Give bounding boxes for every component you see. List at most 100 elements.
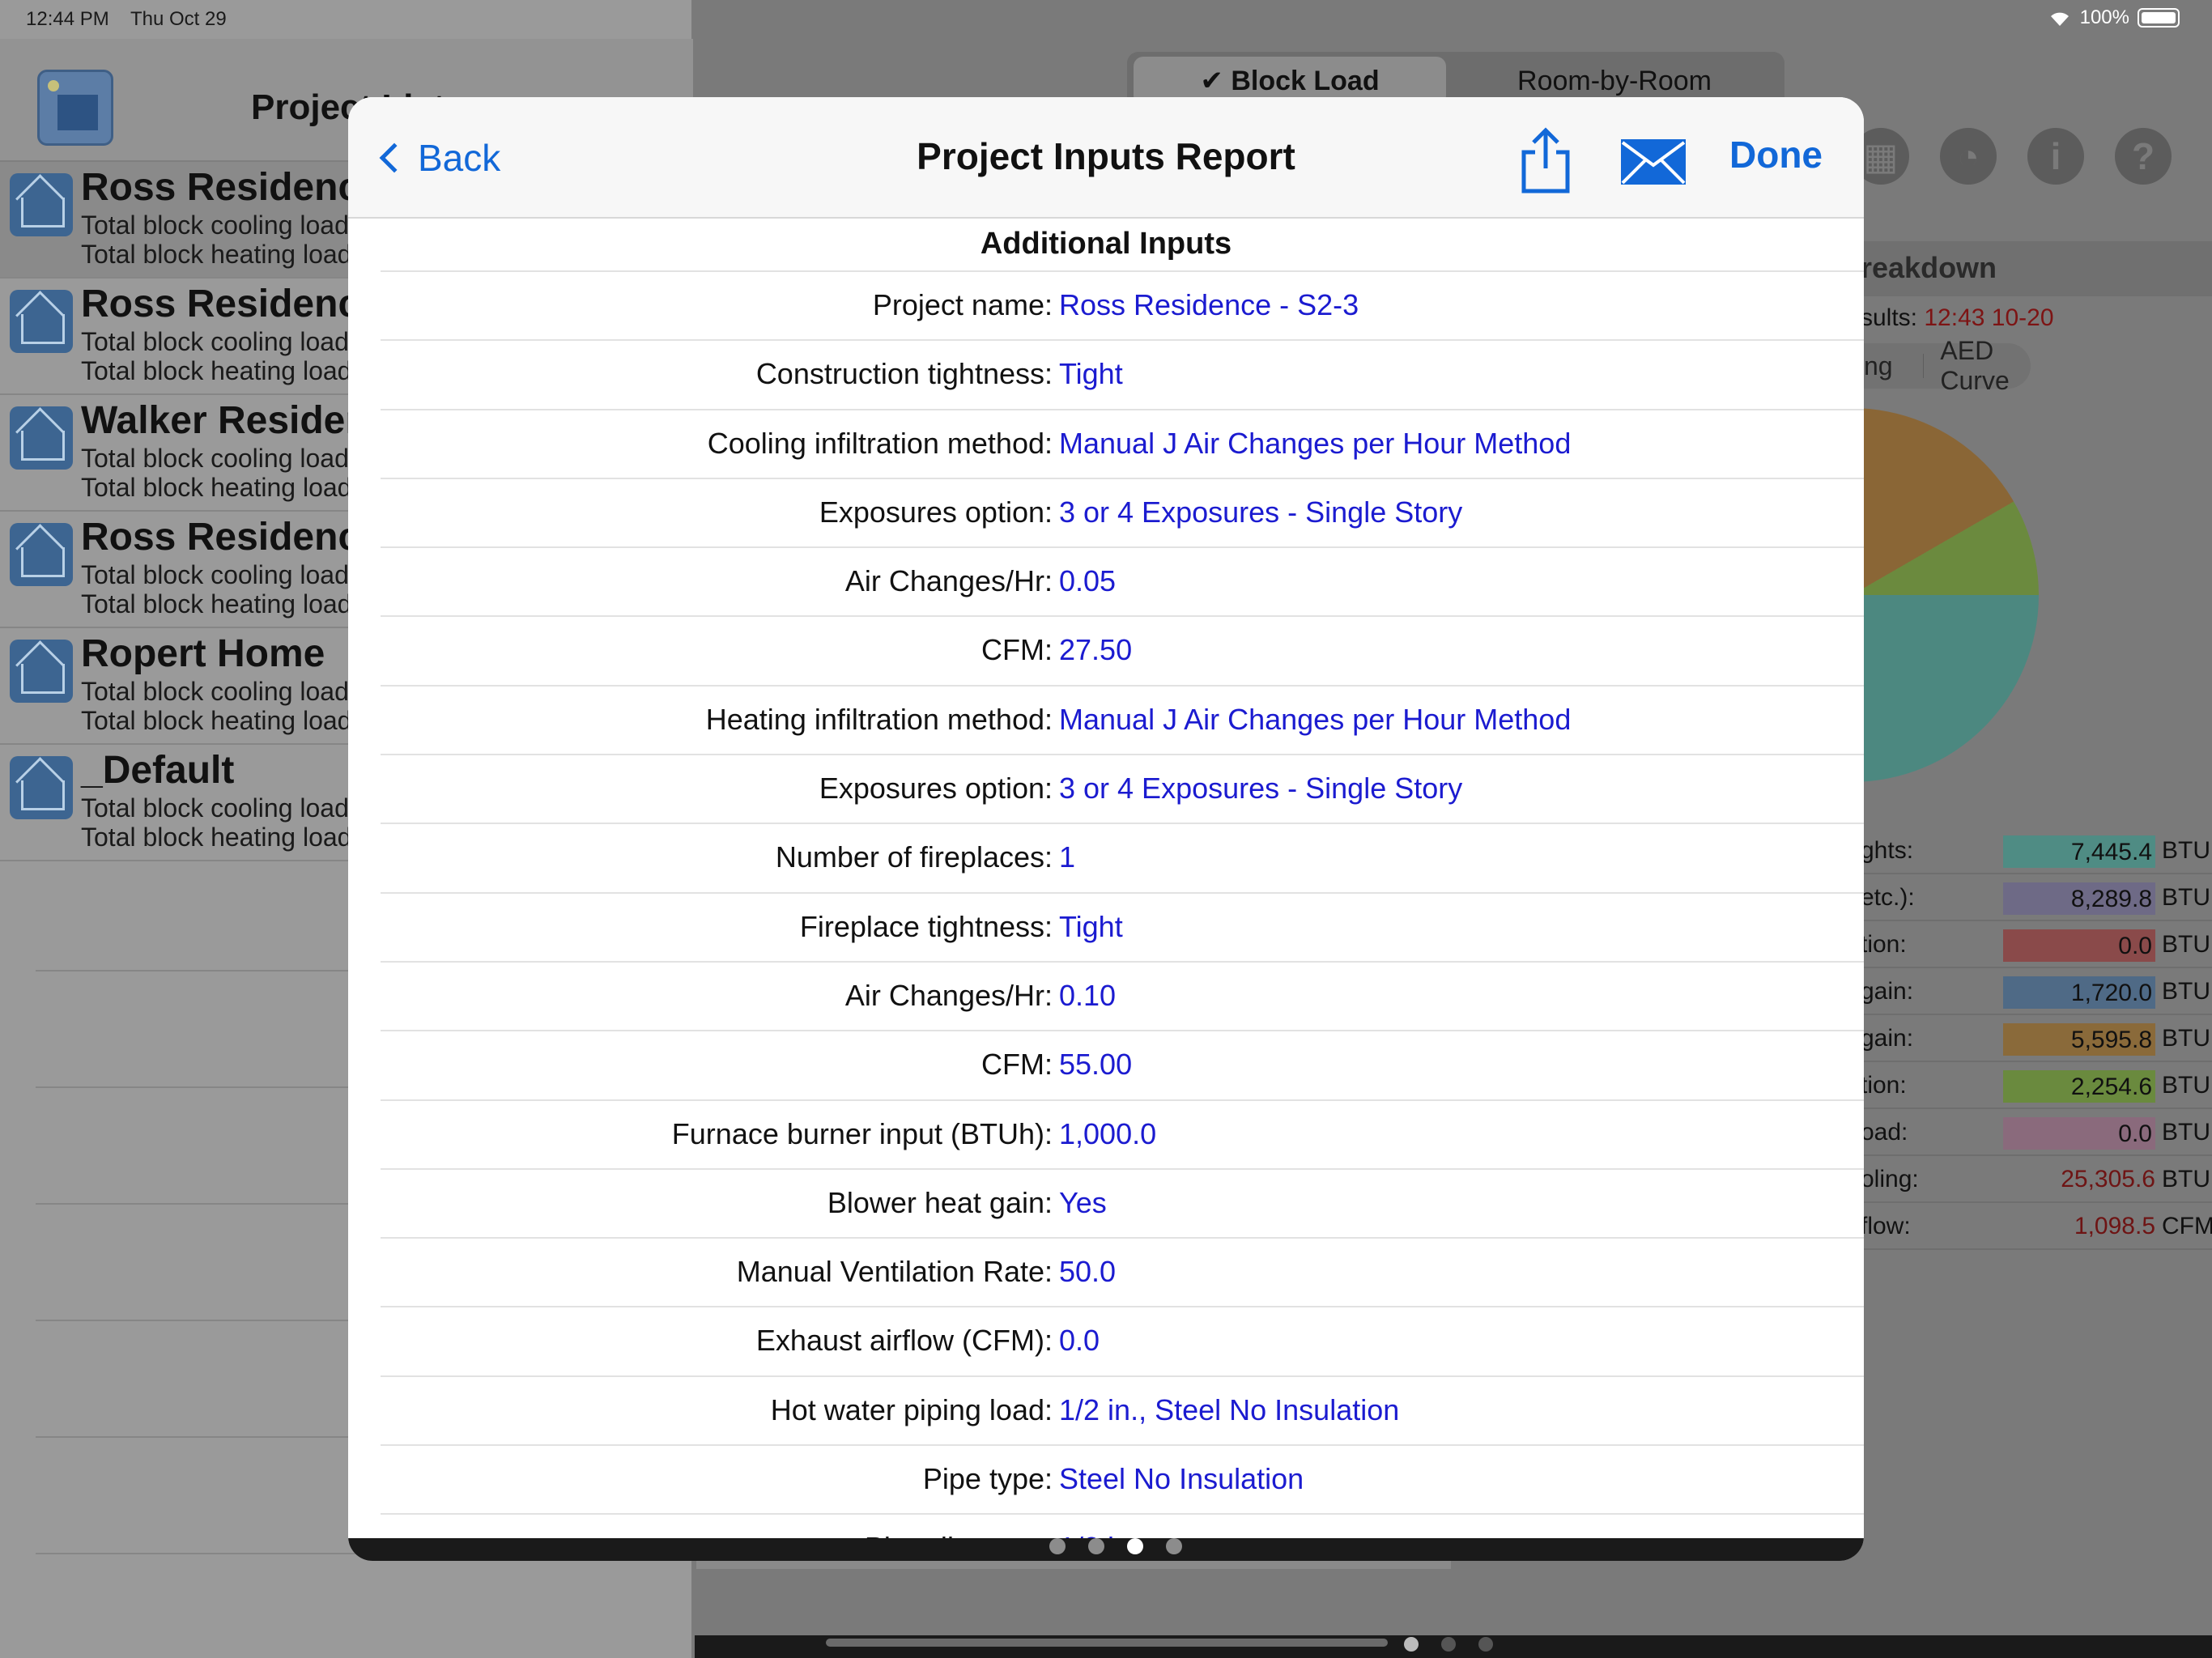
project-heating-load: Total block heating load — [81, 473, 352, 502]
project-cooling-load: Total block cooling load — [81, 677, 349, 706]
legend-value: 8,289.8 — [2003, 882, 2155, 915]
info-icon[interactable]: i — [2027, 128, 2084, 185]
legend-label: etc.): — [1861, 884, 1915, 911]
report-row: Exposures option: 3 or 4 Exposures - Sing… — [381, 755, 1864, 825]
tab-aed-curve[interactable]: AED Curve — [1940, 336, 2031, 396]
row-label: Hot water piping load: — [770, 1392, 1053, 1426]
project-cooling-load: Total block cooling load — [81, 793, 349, 823]
total-label: flow: — [1861, 1213, 1911, 1239]
mail-icon[interactable] — [1619, 138, 1687, 186]
total-value: 1,098.5 — [2074, 1213, 2155, 1239]
row-value: 1/2 in., Steel No Insulation — [1059, 1392, 1400, 1426]
total-row: flow: 1,098.5 CFM — [1861, 1203, 2212, 1250]
row-label: Heating infiltration method: — [705, 702, 1053, 736]
legend-value: 0.0 — [2003, 929, 2155, 962]
page-dot — [1441, 1637, 1456, 1652]
row-value: 0.10 — [1059, 978, 1117, 1012]
report-row: Manual Ventilation Rate: 50.0 — [381, 1239, 1864, 1308]
house-icon — [10, 756, 73, 819]
report-row: Project name: Ross Residence - S2-3 — [381, 272, 1864, 342]
row-label: Number of fireplaces: — [775, 840, 1053, 874]
project-heating-load: Total block heating load — [81, 240, 352, 269]
report-row: Number of fireplaces: 1 — [381, 824, 1864, 894]
row-value: 27.50 — [1059, 633, 1133, 667]
row-value: 0.0 — [1059, 1324, 1100, 1358]
status-clock: 12:44 PM — [26, 8, 109, 30]
report-row: Furnace burner input (BTUh): 1,000.0 — [381, 1101, 1864, 1170]
legend-row: tion: 2,254.6 BTUh — [1861, 1062, 2212, 1109]
house-icon — [10, 640, 73, 703]
row-label: CFM: — [981, 633, 1053, 667]
legend-label: gain: — [1861, 978, 1914, 1005]
project-heating-load: Total block heating load — [81, 589, 352, 619]
page-dot-active[interactable] — [1127, 1538, 1143, 1554]
row-value: 1,000.0 — [1059, 1116, 1157, 1150]
row-label: Exhaust airflow (CFM): — [755, 1324, 1053, 1358]
project-name: _Default — [81, 749, 235, 792]
row-label: Manual Ventilation Rate: — [736, 1255, 1053, 1289]
back-button[interactable]: Back — [372, 130, 500, 186]
report-row: CFM: 27.50 — [381, 617, 1864, 687]
results-timestamp: sults: 12:43 10-20 — [1861, 296, 2212, 340]
pie-chart-icon[interactable]: ◔ — [1940, 128, 1997, 185]
project-name: Ropert Home — [81, 632, 325, 675]
legend-value: 5,595.8 — [2003, 1023, 2155, 1056]
legend-label: tion: — [1861, 931, 1907, 958]
report-row: Construction tightness: Tight — [381, 341, 1864, 410]
row-label: Cooling infiltration method: — [707, 426, 1053, 460]
project-name: Ross Residence — [81, 166, 381, 209]
report-row: Exhaust airflow (CFM): 0.0 — [381, 1307, 1864, 1377]
page-dot[interactable] — [1049, 1538, 1066, 1554]
page-indicator[interactable] — [1049, 1538, 1182, 1554]
legend-unit: BTUh — [2162, 1072, 2212, 1099]
row-value: Yes — [1059, 1185, 1107, 1219]
row-value: 3 or 4 Exposures - Single Story — [1059, 495, 1463, 529]
legend-unit: BTUh — [2162, 837, 2212, 864]
total-value: 25,305.6 — [2061, 1166, 2155, 1192]
row-label: Air Changes/Hr: — [844, 564, 1053, 598]
tab-heating[interactable]: ng — [1861, 351, 1907, 381]
help-icon[interactable]: ? — [2115, 128, 2172, 185]
house-icon — [10, 406, 73, 470]
legend-value: 2,254.6 — [2003, 1070, 2155, 1103]
status-right: 100% — [2048, 6, 2180, 29]
modal-navigation-bar: Back Project Inputs Report Done — [348, 97, 1864, 219]
legend-row: tion: 0.0 BTUh — [1861, 921, 2212, 968]
page-dot[interactable] — [1166, 1538, 1182, 1554]
page-dot — [1404, 1637, 1419, 1652]
project-cooling-load: Total block cooling load — [81, 327, 349, 356]
row-label: Fireplace tightness: — [799, 909, 1053, 943]
app-logo-icon[interactable] — [37, 70, 113, 146]
share-icon[interactable] — [1514, 126, 1577, 196]
row-value: Steel No Insulation — [1059, 1462, 1304, 1496]
project-cooling-load: Total block cooling load — [81, 210, 349, 240]
report-row: Heating infiltration method: Manual J Air… — [381, 687, 1864, 756]
row-value: 3 or 4 Exposures - Single Story — [1059, 772, 1463, 806]
row-label: Furnace burner input (BTUh): — [671, 1116, 1053, 1150]
status-bar: 12:44 PM Thu Oct 29 100% — [0, 0, 2212, 39]
report-row: Blower heat gain: Yes — [381, 1170, 1864, 1239]
report-row: Exposures option: 3 or 4 Exposures - Sing… — [381, 479, 1864, 549]
house-icon — [10, 290, 73, 353]
legend-value: 1,720.0 — [2003, 976, 2155, 1009]
wifi-icon — [2050, 12, 2069, 26]
legend-label: ghts: — [1861, 837, 1914, 864]
report-row: Pipe type: Steel No Insulation — [381, 1446, 1864, 1516]
total-unit: BTUh — [2162, 1166, 2212, 1192]
total-row: oling: 25,305.6 BTUh — [1861, 1156, 2212, 1203]
page-dot[interactable] — [1088, 1538, 1104, 1554]
home-indicator[interactable] — [826, 1639, 1388, 1647]
chart-tabs[interactable]: ng AED Curve — [1861, 336, 2031, 395]
row-value: Ross Residence - S2-3 — [1059, 288, 1359, 321]
status-time: 12:44 PM Thu Oct 29 — [26, 8, 227, 31]
section-title: Additional Inputs — [980, 227, 1232, 261]
done-button[interactable]: Done — [1729, 133, 1823, 176]
legend-value: 0.0 — [2003, 1117, 2155, 1150]
report-rows: Project name: Ross Residence - S2-3 Const… — [381, 272, 1864, 1547]
legend-row: ghts: 7,445.4 BTUh — [1861, 827, 2212, 874]
row-label: Pipe type: — [922, 1462, 1053, 1496]
legend-label: gain: — [1861, 1025, 1914, 1052]
row-value: Tight — [1059, 357, 1123, 391]
total-unit: CFM — [2162, 1213, 2212, 1239]
breakdown-header: reakdown — [1861, 241, 2212, 296]
